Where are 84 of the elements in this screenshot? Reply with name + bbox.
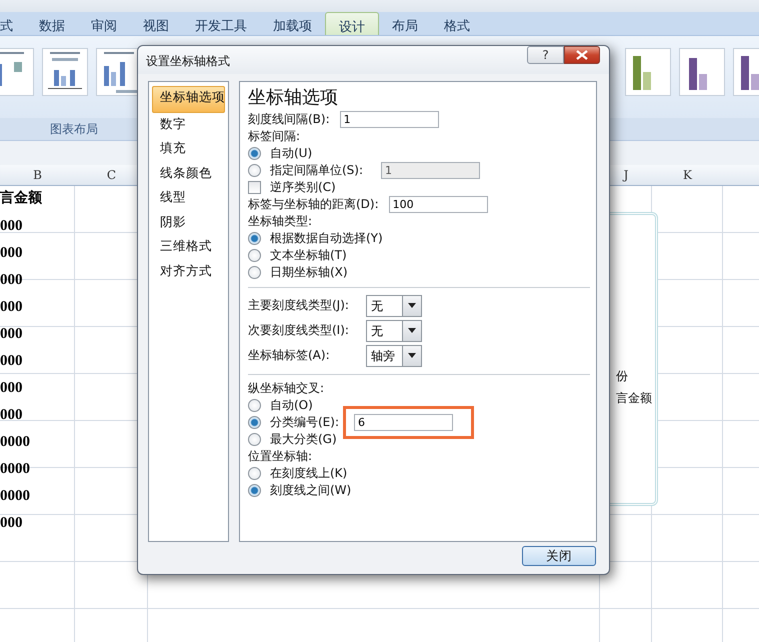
ribbon-tab[interactable]: 审阅 <box>78 12 130 35</box>
radio-button[interactable] <box>248 249 261 262</box>
input-field[interactable]: 6 <box>354 414 453 431</box>
field-label: 刻度线间隔(B): <box>248 111 330 128</box>
radio-label: 在刻度线上(K) <box>270 465 348 482</box>
ribbon-tab[interactable]: 式 <box>0 12 26 35</box>
close-icon <box>576 50 588 60</box>
table-cell-text: 000 <box>0 298 24 317</box>
radio-button[interactable] <box>248 484 261 497</box>
chart-style-icon[interactable] <box>625 48 671 96</box>
category-item[interactable]: 对齐方式 <box>152 260 225 284</box>
section-heading: 坐标轴选项 <box>248 86 339 110</box>
radio-label: 分类编号(E): <box>270 414 339 431</box>
caret-icon <box>408 303 416 308</box>
column-header[interactable]: B <box>0 165 75 185</box>
dropdown[interactable]: 轴旁 <box>366 344 422 366</box>
table-cell-text: 0000 <box>0 433 31 452</box>
group-label: 坐标轴类型: <box>248 213 312 230</box>
group-label: 位置坐标轴: <box>248 448 312 465</box>
ribbon-tab[interactable]: 加载项 <box>260 12 325 35</box>
group-label: 纵坐标轴交叉: <box>248 380 324 397</box>
ribbon-tab[interactable]: 开发工具 <box>182 12 260 35</box>
radio-label: 文本坐标轴(T) <box>270 247 347 264</box>
dropdown-label: 次要刻度线类型(I): <box>248 322 350 339</box>
radio-button[interactable] <box>248 147 261 160</box>
table-cell-text: 000 <box>0 244 24 263</box>
ribbon-tab[interactable]: 设计 <box>325 12 379 35</box>
group-label: 标签间隔: <box>248 128 300 145</box>
radio-label: 最大分类(G) <box>270 431 337 448</box>
radio-label: 自动(U) <box>270 145 312 162</box>
checkbox[interactable] <box>248 181 261 194</box>
table-cell-text: 0000 <box>0 487 31 506</box>
ribbon-tab[interactable]: 数据 <box>26 12 78 35</box>
chart-style-icon[interactable] <box>679 48 725 96</box>
radio-label: 根据数据自动选择(Y) <box>270 230 383 247</box>
help-button[interactable]: ? <box>527 46 564 64</box>
category-item[interactable]: 三维格式 <box>152 235 225 260</box>
group-label: 图表布局 <box>50 120 98 138</box>
table-cell-text: 000 <box>0 352 24 371</box>
field-label: 标签与坐标轴的距离(D): <box>248 196 379 213</box>
radio-button[interactable] <box>248 433 261 446</box>
ribbon-tab[interactable]: 视图 <box>130 12 182 35</box>
dropdown-label: 坐标轴标签(A): <box>248 347 331 364</box>
caret-icon <box>408 328 416 333</box>
ribbon-tab[interactable]: 格式 <box>431 12 483 35</box>
close-dialog-button[interactable]: 关闭 <box>522 546 596 566</box>
window-title: 设置坐标轴格式 <box>146 53 230 70</box>
chart-layout-icon[interactable] <box>42 48 88 96</box>
caret-icon <box>408 353 416 358</box>
column-header[interactable]: K <box>652 165 723 185</box>
input-field[interactable]: 1 <box>340 111 439 128</box>
table-cell-text: 0000 <box>0 460 31 479</box>
radio-button[interactable] <box>248 467 261 480</box>
chart-layout-icon[interactable] <box>0 48 34 96</box>
radio-button[interactable] <box>248 399 261 412</box>
table-cell-text: 000 <box>0 379 24 398</box>
category-item[interactable]: 线型 <box>152 186 225 210</box>
ribbon-tab[interactable]: 布局 <box>379 12 431 35</box>
table-cell-text: 000 <box>0 271 24 290</box>
radio-button[interactable] <box>248 232 261 245</box>
close-button[interactable] <box>564 46 600 64</box>
legend-label: 言金额 <box>616 390 652 407</box>
radio-label: 自动(O) <box>270 397 313 414</box>
table-cell-text: 000 <box>0 406 24 425</box>
legend-label: 份 <box>616 368 628 385</box>
table-cell-text: 000 <box>0 514 24 533</box>
dropdown[interactable]: 无 <box>366 294 422 316</box>
table-cell-text: 言金额 <box>0 188 43 208</box>
category-item[interactable]: 数字 <box>152 112 225 137</box>
radio-label: 刻度线之间(W) <box>270 482 352 499</box>
radio-label: 指定间隔单位(S): <box>270 162 364 179</box>
category-item[interactable]: 填充 <box>152 137 225 162</box>
radio-button[interactable] <box>248 416 261 429</box>
category-item[interactable]: 坐标轴选项 <box>152 86 225 112</box>
category-item[interactable]: 阴影 <box>152 210 225 235</box>
dropdown-label: 主要刻度线类型(J): <box>248 297 350 314</box>
table-cell-text: 000 <box>0 325 24 344</box>
category-item[interactable]: 线条颜色 <box>152 162 225 186</box>
dropdown[interactable]: 无 <box>366 320 422 342</box>
radio-label: 日期坐标轴(X) <box>270 264 348 281</box>
radio-button[interactable] <box>248 266 261 279</box>
table-cell-text: 000 <box>0 217 24 236</box>
input-field[interactable]: 100 <box>388 196 488 213</box>
checkbox-label: 逆序类别(C) <box>270 179 336 196</box>
